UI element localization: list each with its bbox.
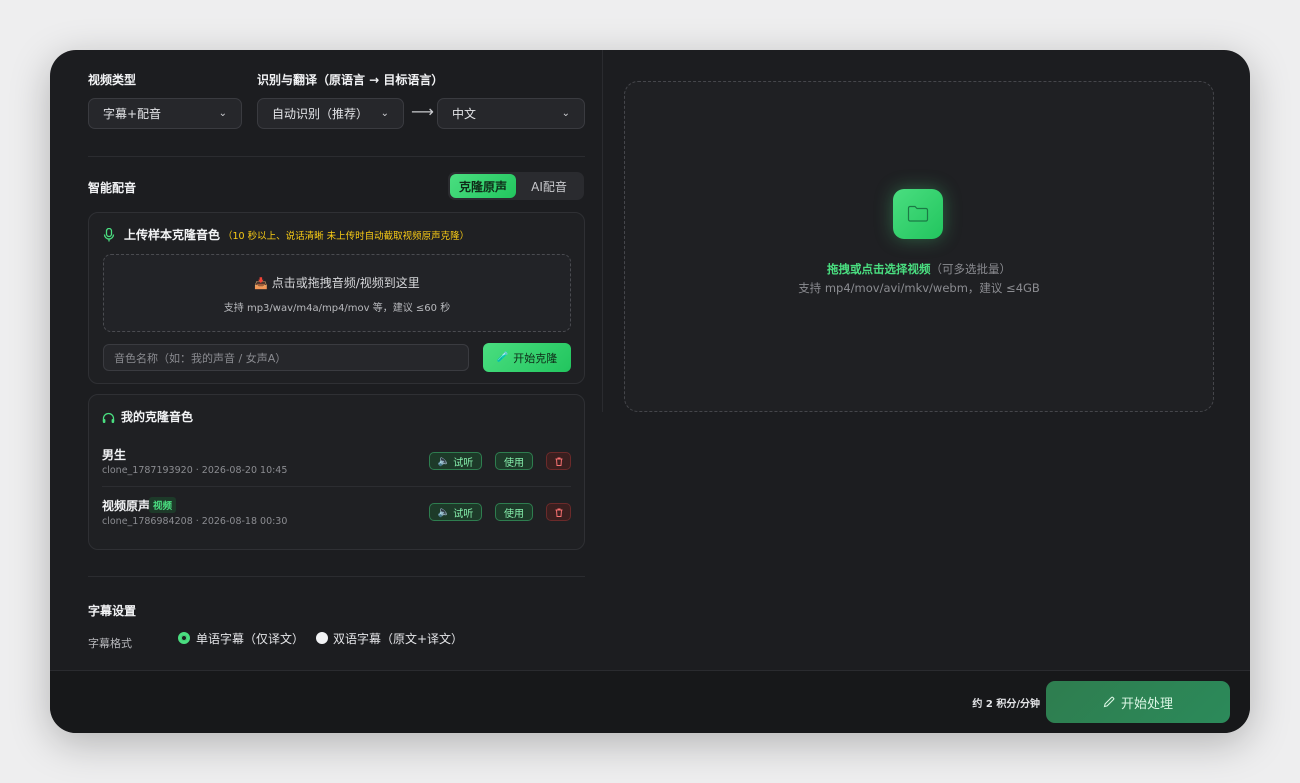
listen-label: 试听 xyxy=(453,457,474,469)
translate-label: 识别与翻译（原语言 → 目标语言） xyxy=(257,73,444,87)
headphones-icon xyxy=(102,409,115,428)
video-type-select[interactable]: 字幕+配音 ⌄ xyxy=(88,98,242,129)
video-dropzone-title-row: 拖拽或点击选择视频（可多选批量） xyxy=(624,261,1214,277)
use-button[interactable]: 使用 xyxy=(495,503,533,521)
inbox-icon: 📥 xyxy=(254,277,268,290)
divider xyxy=(88,576,585,577)
upload-sample-hint: （10 秒以上、说话清晰 未上传时自动截取视频原声克隆） xyxy=(223,231,470,242)
trash-icon[interactable] xyxy=(546,503,571,521)
voice-name: 男生 xyxy=(102,448,127,462)
radio-single-label[interactable]: 单语字幕（仅译文） xyxy=(196,630,304,647)
video-badge: 视频 xyxy=(149,497,177,513)
divider xyxy=(102,486,571,487)
target-language-select[interactable]: 中文 ⌄ xyxy=(437,98,585,129)
voice-name-placeholder: 音色名称（如：我的声音 / 女声A） xyxy=(114,351,287,365)
target-language-value: 中文 xyxy=(452,107,477,121)
video-dropzone[interactable] xyxy=(624,81,1214,412)
speaker-icon: 🔈 xyxy=(437,506,451,518)
listen-button[interactable]: 🔈 试听 xyxy=(429,452,482,470)
radio-bilingual-label[interactable]: 双语字幕（原文+译文） xyxy=(333,630,463,647)
listen-button[interactable]: 🔈 试听 xyxy=(429,503,482,521)
chevron-down-icon: ⌄ xyxy=(380,108,389,119)
voice-name: 视频原声 xyxy=(102,499,151,513)
chevron-down-icon: ⌄ xyxy=(561,108,570,119)
audio-dropzone-text: 点击或拖拽音频/视频到这里 xyxy=(271,276,420,290)
source-language-value: 自动识别（推荐） xyxy=(272,107,369,121)
start-clone-button[interactable]: 🧪 开始克隆 xyxy=(483,343,571,372)
listen-label: 试听 xyxy=(453,508,474,520)
source-language-select[interactable]: 自动识别（推荐） ⌄ xyxy=(257,98,404,129)
microphone-icon xyxy=(103,227,115,246)
radio-bilingual-subtitle[interactable] xyxy=(316,632,328,644)
video-dropzone-subtext: 支持 mp4/mov/avi/mkv/webm，建议 ≤4GB xyxy=(798,281,1040,295)
voice-name-input[interactable]: 音色名称（如：我的声音 / 女声A） xyxy=(103,344,469,371)
cost-text: 约 2 积分/分钟 xyxy=(972,699,1040,710)
start-clone-label: 开始克隆 xyxy=(513,351,558,365)
upload-sample-title: 上传样本克隆音色 xyxy=(124,228,221,242)
start-processing-button[interactable]: 开始处理 xyxy=(1046,681,1230,723)
dubbing-title: 智能配音 xyxy=(88,181,137,195)
use-button[interactable]: 使用 xyxy=(495,452,533,470)
radio-single-subtitle[interactable] xyxy=(178,632,190,644)
folder-icon xyxy=(893,189,943,239)
trash-icon[interactable] xyxy=(546,452,571,470)
audio-dropzone-text-row: 📥 点击或拖拽音频/视频到这里 xyxy=(50,274,602,291)
test-tube-icon: 🧪 xyxy=(496,352,510,363)
start-processing-label: 开始处理 xyxy=(1120,696,1173,712)
chevron-down-icon: ⌄ xyxy=(218,108,227,119)
divider xyxy=(88,156,585,157)
audio-dropzone[interactable] xyxy=(103,254,571,332)
arrow-right-icon: ⟶ xyxy=(411,102,434,121)
subtitle-format-label: 字幕格式 xyxy=(88,637,132,650)
pencil-icon xyxy=(1103,696,1115,708)
dubbing-mode-toggle: 克隆原声 AI配音 xyxy=(448,172,584,200)
video-dropzone-title: 拖拽或点击选择视频 xyxy=(827,262,931,276)
speaker-icon: 🔈 xyxy=(437,455,451,467)
audio-dropzone-subtext: 支持 mp3/wav/m4a/mp4/mov 等，建议 ≤60 秒 xyxy=(223,303,451,314)
video-dropzone-title-suffix: （可多选批量） xyxy=(930,262,1012,276)
settings-pane: 视频类型 字幕+配音 ⌄ 识别与翻译（原语言 → 目标语言） 自动识别（推荐） … xyxy=(50,50,602,670)
tab-clone-voice[interactable]: 克隆原声 xyxy=(450,174,516,198)
subtitle-title: 字幕设置 xyxy=(88,604,137,618)
video-type-label: 视频类型 xyxy=(88,73,137,87)
my-voices-title: 我的克隆音色 xyxy=(121,410,194,424)
voice-meta: clone_1786984208 · 2026-08-18 00:30 xyxy=(102,516,288,527)
voice-meta: clone_1787193920 · 2026-08-20 10:45 xyxy=(102,465,288,476)
tab-ai-voice[interactable]: AI配音 xyxy=(516,174,582,198)
pane-divider xyxy=(602,50,603,412)
app-window: 视频类型 字幕+配音 ⌄ 识别与翻译（原语言 → 目标语言） 自动识别（推荐） … xyxy=(50,50,1250,733)
video-type-value: 字幕+配音 xyxy=(103,107,162,121)
